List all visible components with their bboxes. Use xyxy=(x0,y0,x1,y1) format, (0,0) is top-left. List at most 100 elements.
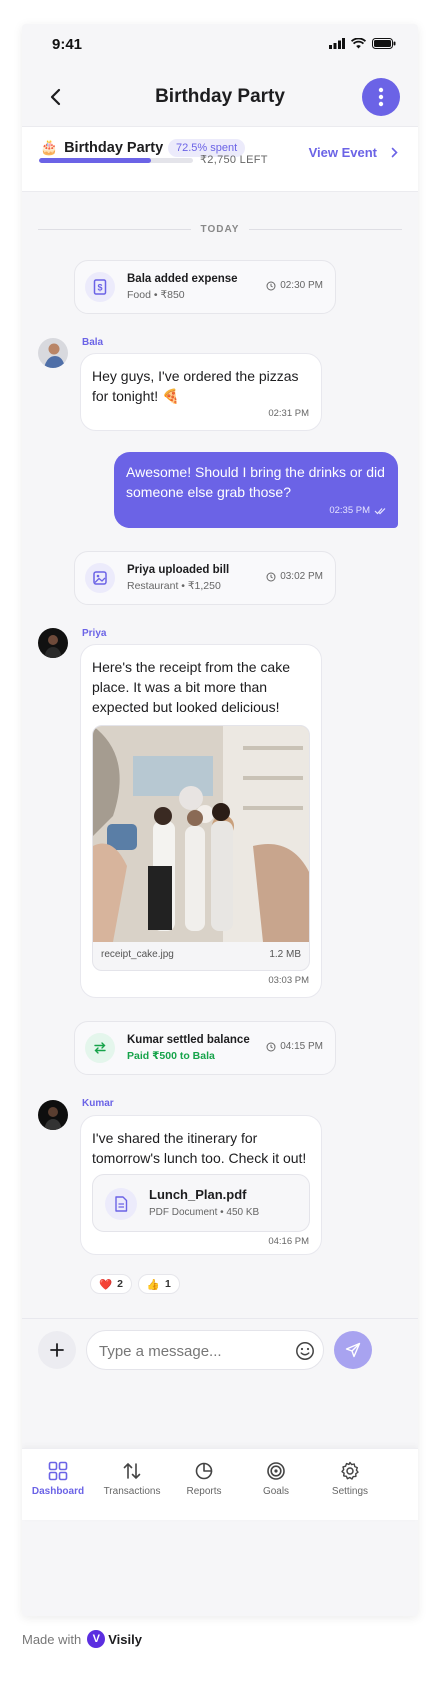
party-photo xyxy=(93,726,309,942)
event-name-label: Birthday Party xyxy=(64,139,164,156)
message-time: 03:03 PM xyxy=(268,975,309,986)
system-event-expense[interactable]: $ Bala added expense Food • ₹850 02:30 P… xyxy=(74,260,336,314)
tab-goals[interactable]: Goals xyxy=(240,1461,312,1511)
system-event-upload[interactable]: Priya uploaded bill Restaurant • ₹1,250 … xyxy=(74,551,336,605)
tab-label: Dashboard xyxy=(31,1486,85,1497)
system-event-subtitle: Food • ₹850 xyxy=(127,289,185,301)
system-event-settlement[interactable]: Kumar settled balance Paid ₹500 to Bala … xyxy=(74,1021,336,1075)
phone-screen: 9:41 Birthday Party 🎂 Birthday Party 72.… xyxy=(22,24,418,1616)
view-event-link[interactable]: View Event xyxy=(309,145,398,160)
emoji-icon[interactable] xyxy=(295,1341,315,1361)
message-reactions: ❤️ 2 👍 1 xyxy=(90,1274,180,1294)
message-bubble-kumar[interactable]: I've shared the itinerary for tomorrow's… xyxy=(80,1115,322,1255)
chevron-right-icon xyxy=(391,147,398,158)
system-event-title: Kumar settled balance xyxy=(127,1034,250,1046)
message-line: expected but looked delicious! xyxy=(92,699,280,715)
avatar-priya[interactable] xyxy=(38,628,68,658)
avatar-kumar[interactable] xyxy=(38,1100,68,1130)
system-event-subtitle: Paid ₹500 to Bala xyxy=(127,1050,215,1062)
remaining-amount: ₹2,750 LEFT xyxy=(200,154,268,166)
wifi-icon xyxy=(351,38,366,49)
message-line: tomorrow's lunch too. Check it out! xyxy=(92,1150,307,1166)
double-check-icon xyxy=(374,507,386,514)
reaction-heart[interactable]: ❤️ 2 xyxy=(90,1274,132,1294)
system-event-title: Bala added expense xyxy=(127,273,238,285)
gear-icon xyxy=(341,1461,359,1480)
message-input-wrapper xyxy=(86,1330,324,1370)
chat-header: Birthday Party xyxy=(22,68,418,126)
svg-text:$: $ xyxy=(97,283,102,293)
status-icons xyxy=(329,38,396,49)
message-bubble-bala[interactable]: Hey guys, I've ordered the pizzas for to… xyxy=(80,353,322,431)
battery-icon xyxy=(372,38,396,49)
tab-label: Goals xyxy=(262,1486,290,1497)
sender-name: Kumar xyxy=(82,1098,114,1109)
page-title: Birthday Party xyxy=(155,86,285,107)
status-bar: 9:41 xyxy=(22,24,418,68)
system-event-time: 02:30 PM xyxy=(266,280,323,291)
message-input[interactable] xyxy=(99,1340,289,1362)
tab-settings[interactable]: Settings xyxy=(314,1461,386,1511)
visily-logo-icon: V xyxy=(87,1630,106,1648)
pie-chart-icon xyxy=(195,1462,213,1480)
budget-progress-fill xyxy=(39,158,151,163)
made-with-footer: Made with V Visily xyxy=(22,1630,142,1648)
sender-name: Priya xyxy=(82,628,107,639)
attachment-file-name: receipt_cake.jpg xyxy=(101,949,174,960)
reaction-count: 1 xyxy=(165,1278,171,1290)
tab-label: Reports xyxy=(186,1486,222,1497)
chat-thread: TODAY $ Bala added expense Food • ₹850 0… xyxy=(22,192,418,1318)
more-options-button[interactable] xyxy=(362,78,400,116)
system-event-title: Priya uploaded bill xyxy=(127,564,230,576)
view-event-label: View Event xyxy=(308,145,377,160)
document-attachment[interactable]: Lunch_Plan.pdf PDF Document • 450 KB xyxy=(92,1174,310,1232)
message-bubble-priya[interactable]: Here's the receipt from the cake place. … xyxy=(80,644,322,998)
message-time: 04:16 PM xyxy=(268,1236,309,1247)
system-event-time: 04:15 PM xyxy=(266,1041,323,1052)
image-attachment[interactable]: receipt_cake.jpg 1.2 MB xyxy=(92,725,310,971)
signal-icon xyxy=(329,38,345,49)
document-file-meta: PDF Document • 450 KB xyxy=(149,1207,260,1218)
document-file-name: Lunch_Plan.pdf xyxy=(149,1187,247,1202)
event-summary-bar: 🎂 Birthday Party 72.5% spent ₹2,750 LEFT… xyxy=(22,126,418,192)
avatar-bala[interactable] xyxy=(38,338,68,368)
message-line: place. It was a bit more than xyxy=(92,679,268,695)
message-time: 02:31 PM xyxy=(268,408,309,419)
message-composer xyxy=(22,1318,418,1382)
image-icon xyxy=(85,563,115,593)
visily-brand[interactable]: V Visily xyxy=(87,1630,142,1648)
system-event-subtitle: Restaurant • ₹1,250 xyxy=(127,580,221,592)
document-icon xyxy=(105,1188,137,1220)
tab-reports[interactable]: Reports xyxy=(168,1461,240,1511)
target-icon xyxy=(267,1462,285,1480)
tab-transactions[interactable]: Transactions xyxy=(96,1461,168,1511)
clock-icon xyxy=(266,572,276,581)
tab-label: Settings xyxy=(331,1486,369,1497)
bottom-tab-bar: Dashboard Transactions Reports Goals Set… xyxy=(22,1448,418,1520)
reaction-thumbs-up[interactable]: 👍 1 xyxy=(137,1274,180,1294)
day-divider: TODAY xyxy=(38,220,402,238)
add-attachment-button[interactable] xyxy=(38,1331,76,1369)
more-vertical-icon xyxy=(378,87,384,107)
status-time: 9:41 xyxy=(52,36,83,53)
cake-icon: 🎂 xyxy=(40,140,59,156)
transfer-icon xyxy=(85,1033,115,1063)
heart-icon: ❤️ xyxy=(99,1278,113,1291)
receipt-icon: $ xyxy=(85,272,115,302)
plus-icon xyxy=(50,1343,64,1357)
day-divider-label: TODAY xyxy=(200,223,240,235)
arrows-updown-icon xyxy=(123,1462,141,1480)
made-with-label: Made with xyxy=(22,1631,82,1647)
brand-name: Visily xyxy=(108,1631,142,1647)
sender-name: Bala xyxy=(82,337,104,348)
send-button[interactable] xyxy=(334,1331,372,1369)
message-line: for tonight! 🍕 xyxy=(92,388,180,404)
message-bubble-mine[interactable]: Awesome! Should I bring the drinks or di… xyxy=(114,452,398,528)
clock-icon xyxy=(266,281,276,290)
clock-icon xyxy=(266,1042,276,1051)
tab-dashboard[interactable]: Dashboard xyxy=(22,1461,94,1511)
tab-label: Transactions xyxy=(103,1486,161,1497)
attachment-file-size: 1.2 MB xyxy=(269,949,301,960)
system-event-time: 03:02 PM xyxy=(266,571,323,582)
message-time: 02:35 PM xyxy=(329,505,386,516)
